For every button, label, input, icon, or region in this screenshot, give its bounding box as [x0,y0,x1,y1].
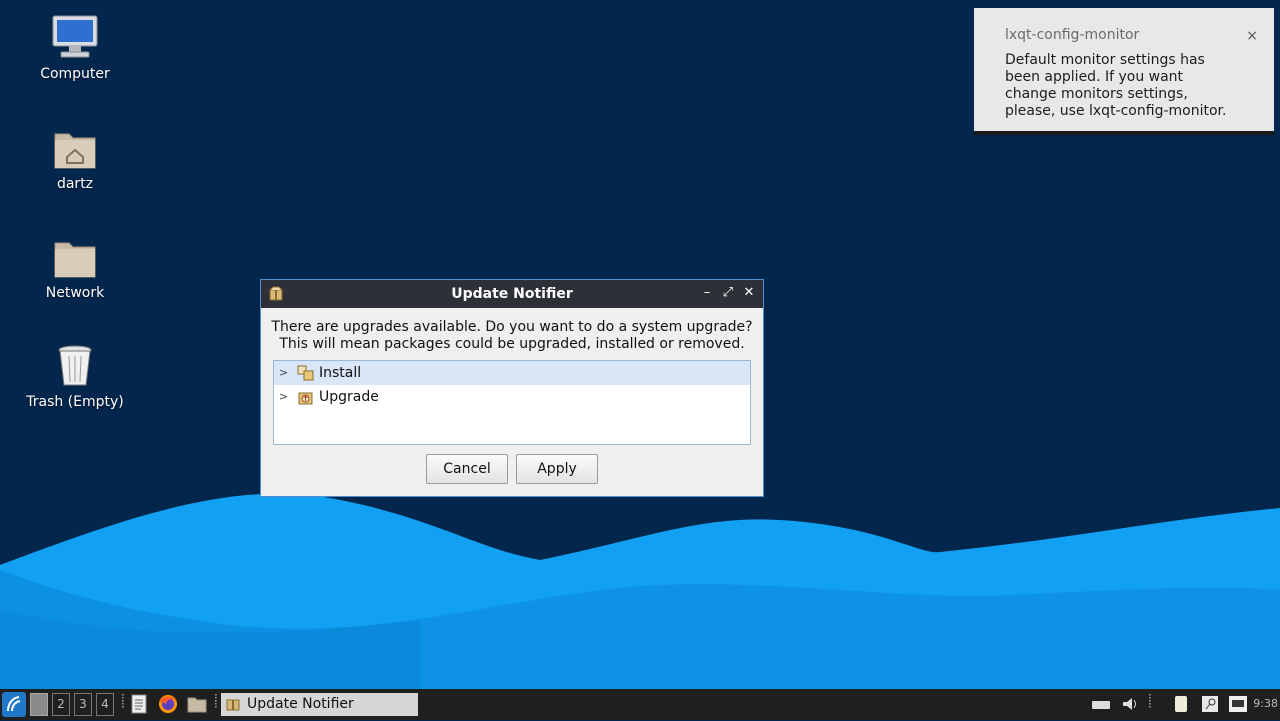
firefox-icon [159,695,177,713]
desktop-icon-label: dartz [56,176,94,192]
tree-item-upgrade[interactable]: > Upgrade [274,385,750,409]
notification-line: please, use lxqt-config-monitor. [1005,103,1227,119]
text-editor-icon [131,694,147,714]
package-tree[interactable]: > Install > Upgrade [273,360,751,445]
start-menu-button[interactable] [2,692,26,717]
desktop-icon-home[interactable]: dartz [10,124,140,192]
volume-icon[interactable] [1120,693,1140,716]
chevron-right-icon[interactable]: > [279,390,288,403]
close-icon[interactable]: × [1246,28,1258,44]
dialog-titlebar[interactable]: Update Notifier – ⤢ ✕ [261,280,763,308]
cancel-button[interactable]: Cancel [426,454,508,484]
package-icon [225,696,241,712]
tree-item-label: Upgrade [319,389,379,405]
folder-icon [187,697,207,713]
dialog-title: Update Notifier [451,286,573,302]
desktop-icon-trash[interactable]: Trash (Empty) [10,342,140,410]
minimize-button[interactable]: – [699,285,715,301]
upgrade-package-icon [297,389,314,405]
update-notifier-dialog[interactable]: Update Notifier – ⤢ ✕ There are upgrades… [260,279,764,497]
desktop-icon-label: Trash (Empty) [26,394,124,410]
home-folder-icon [51,124,99,172]
desktop-icon-label: Network [45,285,105,301]
tree-item-label: Install [319,365,362,381]
workspace-1-button[interactable] [30,693,48,716]
notification-title: lxqt-config-monitor [1005,27,1140,43]
panel-grip-icon: ⁝ ⁝ [1148,691,1152,711]
clock[interactable]: 9:38 [1253,697,1278,710]
workspace-4-button[interactable]: 4 [96,693,114,716]
taskbar: 2 3 4 ⁝ ⁝ ⁝ ⁝ Update Notifier ⁝ ⁝ 9:38 [0,689,1280,720]
desktop-icon-network[interactable]: Network [10,233,140,301]
apply-button[interactable]: Apply [516,454,598,484]
computer-icon [51,14,99,62]
firefox-launcher[interactable] [157,693,179,716]
text-editor-launcher[interactable] [130,693,148,716]
notification-line: Default monitor settings has [1005,52,1205,68]
clipboard-icon[interactable] [1170,693,1192,716]
notification-line: been applied. If you want [1005,69,1184,85]
dialog-message: There are upgrades available. Do you wan… [261,319,763,353]
chevron-right-icon[interactable]: > [279,366,288,379]
panel-grip-icon: ⁝ ⁝ [121,691,125,711]
taskbar-window-label: Update Notifier [247,696,354,712]
workspace-2-button[interactable]: 2 [52,693,70,716]
workspace-3-button[interactable]: 3 [74,693,92,716]
desktop-icon-label: Computer [40,66,110,82]
keyboard-tray-icon[interactable] [1090,693,1112,716]
tree-item-install[interactable]: > Install [274,361,750,385]
network-folder-icon [51,233,99,281]
taskbar-window-button[interactable]: Update Notifier [221,693,418,716]
panel-grip-icon: ⁝ ⁝ [214,691,218,711]
search-icon[interactable] [1200,693,1220,716]
notification-line: change monitors settings, [1005,86,1188,102]
notification-body: Default monitor settings has been applie… [1005,52,1245,120]
file-manager-launcher[interactable] [186,693,208,716]
trash-icon [51,342,99,390]
install-package-icon [297,365,314,381]
keyboard-layout-icon[interactable] [1228,693,1248,716]
desktop-icon-computer[interactable]: Computer [10,14,140,82]
message-line: There are upgrades available. Do you wan… [271,319,753,335]
message-line: This will mean packages could be upgrade… [279,336,745,352]
lubuntu-logo-icon [2,692,26,717]
maximize-button[interactable]: ⤢ [720,285,736,301]
close-button[interactable]: ✕ [741,285,757,301]
notification-popup[interactable]: lxqt-config-monitor × Default monitor se… [974,8,1274,135]
